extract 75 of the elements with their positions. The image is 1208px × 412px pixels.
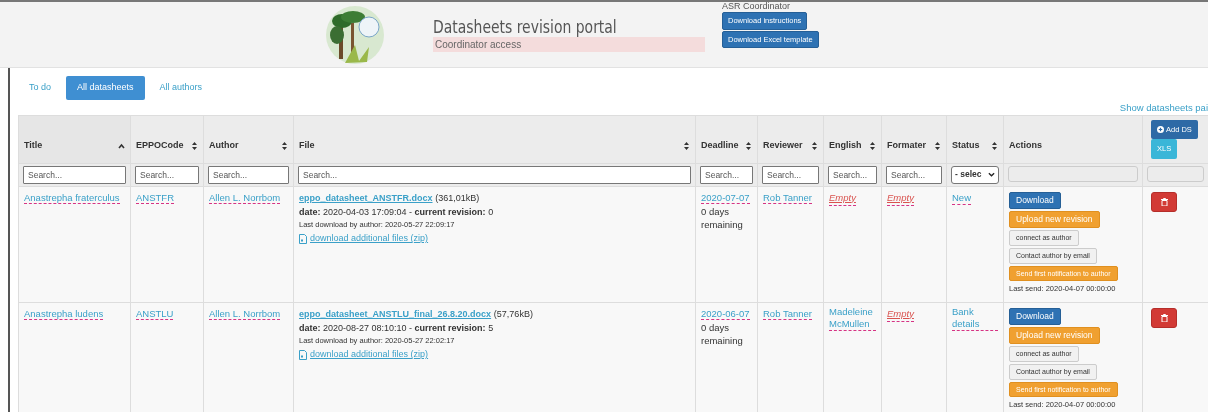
action-button[interactable]: Download <box>1009 307 1061 325</box>
search-field[interactable]: Search... <box>886 165 942 184</box>
status-link[interactable]: New <box>952 191 971 205</box>
tree-logo-icon <box>325 4 385 65</box>
search-field[interactable]: Search... <box>298 165 691 184</box>
author-link[interactable]: Allen L. Norrbom <box>209 307 281 320</box>
eppo-code-link[interactable]: ANSTFR <box>136 191 174 204</box>
column-header: Status <box>952 139 980 152</box>
delete-button[interactable] <box>1151 307 1177 328</box>
document-icon <box>299 233 307 244</box>
tab[interactable]: All authors <box>148 76 214 100</box>
search-field[interactable]: Search... <box>23 165 126 184</box>
datasheet-title-link[interactable]: Anastrepha fraterculus <box>24 191 120 204</box>
show-datasheets-link[interactable]: Show datasheets pai <box>1119 102 1208 113</box>
tab[interactable]: To do <box>18 76 63 100</box>
file-info: date: 2020-04-03 17:09:04 - current revision: 0 <box>299 206 495 219</box>
english-value[interactable]: Madeleine McMullen <box>829 305 876 332</box>
reviewer-link[interactable]: Rob Tanner <box>763 307 812 320</box>
file-link[interactable]: eppo_datasheet_ANSTLU_final_26.8.20.docx <box>299 308 492 319</box>
search-field[interactable]: Search... <box>700 165 753 184</box>
plus-icon <box>1157 126 1164 134</box>
deadline-link[interactable]: 2020-07-07 <box>701 191 750 204</box>
file-info: date: 2020-08-27 08:10:10 - current revision: 5 <box>299 322 495 335</box>
sort-icon[interactable] <box>991 140 998 151</box>
column-header: Author <box>209 139 239 152</box>
column-header: File <box>299 139 315 152</box>
status-link[interactable]: Bank details <box>952 305 998 332</box>
action-button[interactable]: Upload new revision <box>1009 326 1100 345</box>
status-select[interactable]: - selec <box>951 165 999 184</box>
sort-icon[interactable] <box>281 140 288 151</box>
document-icon <box>299 349 307 360</box>
trash-icon <box>1160 197 1168 206</box>
file-size: (361,01kB) <box>435 192 480 203</box>
search-field[interactable]: Search... <box>762 165 819 184</box>
sort-icon[interactable] <box>811 140 818 151</box>
action-button[interactable]: Download <box>1009 191 1061 209</box>
download-files-link[interactable]: download additional files (zip) <box>310 348 429 362</box>
formater-value[interactable]: Empty <box>887 190 914 206</box>
column-header: Deadline <box>701 139 739 152</box>
search-field[interactable]: Search... <box>208 165 289 184</box>
portal-subtitle: Coordinator access <box>433 36 705 52</box>
empty-field[interactable] <box>1008 165 1138 182</box>
sort-icon[interactable] <box>191 140 198 151</box>
file-link[interactable]: eppo_datasheet_ANSTFR.docx <box>299 192 433 203</box>
download-files-link[interactable]: download additional files (zip) <box>310 232 429 246</box>
reviewer-link[interactable]: Rob Tanner <box>763 191 812 204</box>
search-field[interactable]: Search... <box>135 165 199 184</box>
remaining-text: 0 days remaining <box>701 204 744 233</box>
column-header: Reviewer <box>763 139 803 152</box>
column-header: EPPOCode <box>136 139 184 152</box>
chevron-down-icon <box>988 172 995 177</box>
tab[interactable]: All datasheets <box>66 76 145 100</box>
empty-field[interactable] <box>1147 165 1204 182</box>
eppo-code-link[interactable]: ANSTLU <box>136 307 174 320</box>
action-button[interactable]: Upload new revision <box>1009 210 1100 229</box>
sort-icon[interactable] <box>683 140 690 151</box>
author-link[interactable]: Allen L. Norrbom <box>209 191 281 204</box>
remaining-text: 0 days remaining <box>701 320 744 349</box>
sort-icon[interactable] <box>869 140 876 151</box>
deadline-link[interactable]: 2020-06-07 <box>701 307 750 320</box>
sort-icon[interactable] <box>745 140 752 151</box>
trash-icon <box>1160 313 1168 322</box>
search-field[interactable]: Search... <box>828 165 877 184</box>
column-header: Title <box>24 139 43 152</box>
english-value[interactable]: Empty <box>829 190 856 206</box>
user-role-label: ASR Coordinator <box>722 0 791 12</box>
column-header: Actions <box>1009 139 1042 152</box>
portal-title: Datasheets revision portal <box>433 17 617 37</box>
sort-icon[interactable] <box>934 140 941 151</box>
column-header: English <box>829 139 862 152</box>
formater-value[interactable]: Empty <box>887 306 914 322</box>
datasheet-title-link[interactable]: Anastrepha ludens <box>24 307 104 320</box>
column-header: Formater <box>887 139 926 152</box>
file-size: (57,76kB) <box>493 308 533 319</box>
delete-button[interactable] <box>1151 191 1177 212</box>
